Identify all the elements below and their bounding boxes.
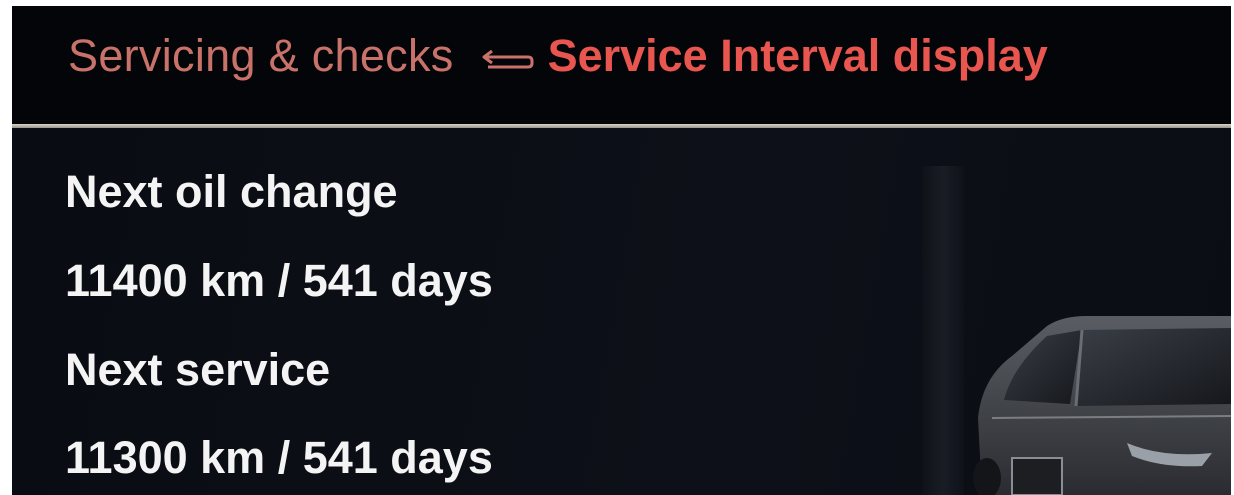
oil-change-label: Next oil change	[65, 166, 398, 217]
next-service-value: 11300 km / 541 days	[65, 432, 493, 483]
next-service-label: Next service	[65, 344, 331, 395]
back-arrow-icon[interactable]	[480, 41, 536, 71]
header-bar: Servicing & checks Service Interval disp…	[12, 6, 1231, 124]
breadcrumb-parent[interactable]: Servicing & checks	[68, 30, 454, 82]
oil-change-value: 11400 km / 541 days	[65, 255, 493, 306]
breadcrumb: Servicing & checks Service Interval disp…	[68, 26, 1048, 86]
page-title: Service Interval display	[547, 30, 1048, 81]
service-info-panel: Next oil change 11400 km / 541 days Next…	[12, 128, 1231, 495]
infotainment-screen: Servicing & checks Service Interval disp…	[12, 6, 1231, 495]
car-image	[973, 316, 1231, 495]
